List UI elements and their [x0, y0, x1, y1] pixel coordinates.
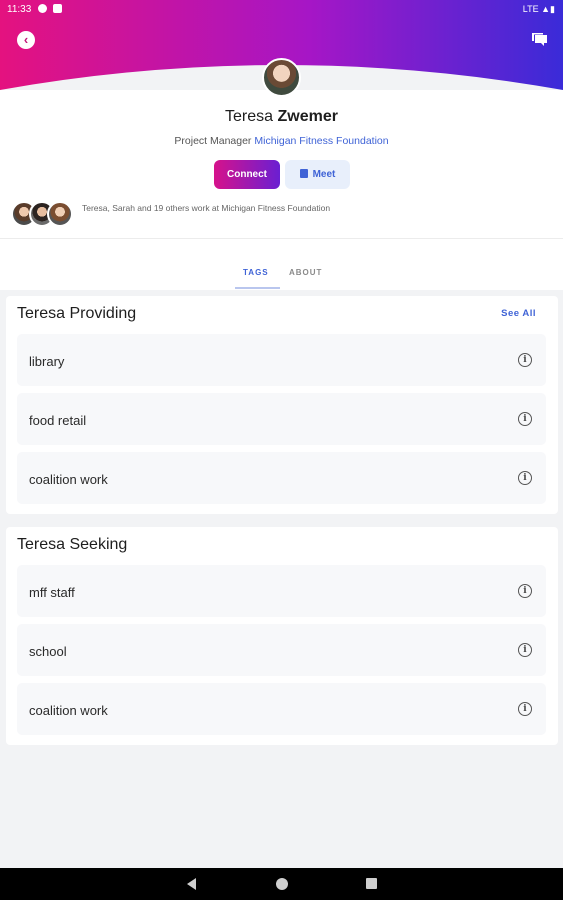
nav-back-icon[interactable]	[187, 878, 196, 890]
list-item[interactable]: mff staff i	[17, 565, 546, 617]
organization-link[interactable]: Michigan Fitness Foundation	[254, 135, 388, 147]
tab-bar: TAGS ABOUT	[0, 239, 563, 290]
card-title: Teresa Providing	[17, 305, 137, 322]
profile-name: Teresa Zwemer	[0, 108, 563, 126]
tab-about[interactable]: ABOUT	[289, 268, 322, 277]
providing-card: Teresa Providing See All library i food …	[6, 296, 558, 514]
info-icon[interactable]: i	[518, 643, 532, 657]
tag-label: coalition work	[29, 472, 108, 487]
info-icon[interactable]: i	[518, 412, 532, 426]
connect-button[interactable]: Connect	[214, 160, 280, 189]
avatar	[47, 201, 73, 227]
nav-recents-icon[interactable]	[366, 878, 377, 889]
list-item[interactable]: coalition work i	[17, 683, 546, 735]
tag-label: coalition work	[29, 703, 108, 718]
tag-label: school	[29, 644, 67, 659]
tab-tags[interactable]: TAGS	[243, 268, 269, 277]
seeking-card: Teresa Seeking mff staff i school i coal…	[6, 527, 558, 745]
avatar	[262, 58, 301, 97]
nav-home-icon[interactable]	[276, 878, 288, 890]
list-item[interactable]: food retail i	[17, 393, 546, 445]
last-name: Zwemer	[277, 108, 338, 125]
system-navigation-bar	[0, 868, 563, 900]
active-tab-indicator	[235, 287, 280, 289]
list-item[interactable]: school i	[17, 624, 546, 676]
meet-label: Meet	[312, 169, 336, 180]
list-item[interactable]: coalition work i	[17, 452, 546, 504]
card-title: Teresa Seeking	[17, 536, 128, 553]
list-item[interactable]: library i	[17, 334, 546, 386]
tag-label: mff staff	[29, 585, 75, 600]
info-icon[interactable]: i	[518, 584, 532, 598]
first-name: Teresa	[225, 108, 274, 125]
info-icon[interactable]: i	[518, 353, 532, 367]
see-all-link[interactable]: See All	[501, 308, 536, 319]
coworker-avatars[interactable]	[11, 201, 75, 227]
coworkers-text[interactable]: Teresa, Sarah and 19 others work at Mich…	[82, 203, 330, 213]
info-icon[interactable]: i	[518, 702, 532, 716]
tag-label: food retail	[29, 413, 87, 428]
job-title: Project Manager	[174, 135, 252, 147]
calendar-icon	[299, 169, 308, 178]
profile-role: Project Manager Michigan Fitness Foundat…	[0, 135, 563, 147]
meet-button[interactable]: Meet	[285, 160, 350, 189]
info-icon[interactable]: i	[518, 471, 532, 485]
tag-label: library	[29, 354, 65, 369]
